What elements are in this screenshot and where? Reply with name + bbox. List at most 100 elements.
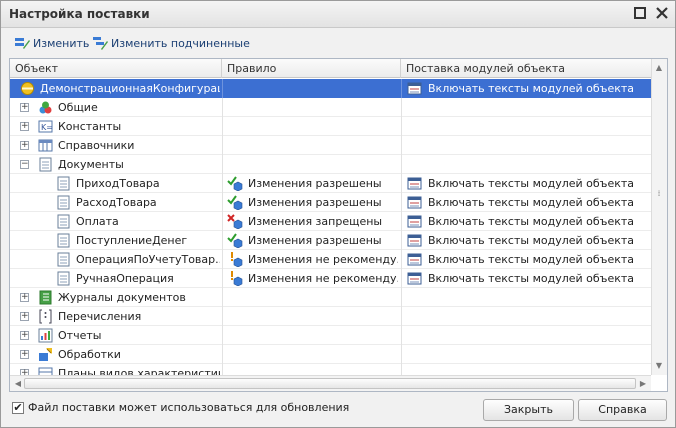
table-row[interactable]: РучнаяОперация Изменения не рекоменду... В…: [10, 269, 651, 288]
expand-icon[interactable]: +: [20, 122, 29, 131]
table-row[interactable]: + Общие: [10, 98, 651, 117]
rule-value[interactable]: [248, 307, 398, 326]
object-name: Справочники: [58, 139, 135, 152]
delivery-value[interactable]: Включать тексты модулей объекта: [428, 231, 648, 250]
column-divider: [222, 364, 223, 375]
update-checkbox[interactable]: ✔: [12, 402, 24, 414]
delivery-value[interactable]: Включать тексты модулей объекта: [428, 193, 648, 212]
scroll-down-icon[interactable]: ▼: [652, 361, 666, 370]
table-row[interactable]: + Отчеты: [10, 326, 651, 345]
delivery-value[interactable]: [428, 326, 648, 345]
rule-value[interactable]: [248, 117, 398, 136]
expand-icon[interactable]: +: [20, 331, 29, 340]
rule-value[interactable]: Изменения не рекоменду...: [248, 269, 398, 288]
rule-value[interactable]: [248, 136, 398, 155]
delivery-tree-table[interactable]: Объект Правило Поставка модулей объекта …: [9, 58, 668, 392]
close-button[interactable]: Закрыть: [483, 399, 574, 421]
column-divider: [222, 250, 223, 269]
object-name: Константы: [58, 120, 122, 133]
delivery-value[interactable]: [428, 117, 648, 136]
doc-icon: [56, 214, 71, 229]
column-header-rule[interactable]: Правило: [222, 59, 401, 78]
delivery-value[interactable]: [428, 288, 648, 307]
table-row[interactable]: + Журналы документов: [10, 288, 651, 307]
rule-value[interactable]: Изменения разрешены: [248, 174, 398, 193]
rule-value[interactable]: [248, 98, 398, 117]
maximize-button[interactable]: [632, 6, 648, 22]
rule-value[interactable]: Изменения разрешены: [248, 231, 398, 250]
edit-icon: [14, 36, 30, 50]
rule-value[interactable]: [248, 79, 398, 98]
rule-value[interactable]: Изменения запрещены: [248, 212, 398, 231]
table-row[interactable]: ПоступлениеДенег Изменения разрешены Включ…: [10, 231, 651, 250]
rule-value[interactable]: [248, 155, 398, 174]
delivery-value[interactable]: Включать тексты модулей объекта: [428, 269, 648, 288]
object-name: ДемонстрационнаяКонфигурац...: [40, 82, 220, 95]
horizontal-scroll-thumb[interactable]: [24, 378, 636, 389]
column-header-object[interactable]: Объект: [10, 59, 222, 78]
edit-label: Изменить: [33, 36, 90, 50]
edit-children-button[interactable]: Изменить подчиненные: [92, 35, 250, 51]
column-divider: [222, 307, 223, 326]
delivery-value[interactable]: [428, 345, 648, 364]
rule-value[interactable]: [248, 364, 398, 375]
delivery-value[interactable]: [428, 155, 648, 174]
table-row[interactable]: − Документы: [10, 155, 651, 174]
expand-icon[interactable]: +: [20, 312, 29, 321]
column-divider: [401, 250, 402, 269]
horizontal-scrollbar[interactable]: ◀ ▶: [10, 375, 651, 391]
footer: ✔ Файл поставки может использоваться для…: [1, 394, 675, 428]
scroll-right-icon[interactable]: ▶: [636, 379, 650, 388]
maximize-icon: [634, 7, 646, 19]
table-row[interactable]: + Справочники: [10, 136, 651, 155]
rule-value[interactable]: [248, 326, 398, 345]
collapse-icon[interactable]: −: [20, 160, 29, 169]
delivery-value[interactable]: Включать тексты модулей объекта: [428, 250, 648, 269]
delivery-value[interactable]: [428, 98, 648, 117]
vertical-scrollbar[interactable]: ▲ ⁞ ▼: [651, 59, 667, 375]
delivery-settings-window: Настройка поставки Изменить Изменить под…: [0, 0, 676, 428]
delivery-value[interactable]: [428, 136, 648, 155]
dataproc-icon: [38, 347, 53, 362]
documents-icon: [38, 157, 53, 172]
expand-icon[interactable]: +: [20, 141, 29, 150]
delivery-value[interactable]: [428, 307, 648, 326]
catalogs-icon: [38, 138, 53, 153]
table-row[interactable]: + Обработки: [10, 345, 651, 364]
rule-value[interactable]: Изменения не рекоменду...: [248, 250, 398, 269]
toolbar: Изменить Изменить подчиненные: [1, 29, 675, 57]
module-text-icon: [407, 233, 422, 248]
object-name: Журналы документов: [58, 291, 186, 304]
expand-icon[interactable]: +: [20, 293, 29, 302]
rule-value[interactable]: [248, 288, 398, 307]
expand-icon[interactable]: +: [20, 103, 29, 112]
expand-icon[interactable]: +: [20, 350, 29, 359]
scroll-up-icon[interactable]: ▲: [652, 63, 666, 72]
close-window-button[interactable]: [654, 6, 670, 22]
column-divider: [222, 117, 223, 136]
rule-value[interactable]: Изменения разрешены: [248, 193, 398, 212]
help-button[interactable]: Справка: [578, 399, 667, 421]
scroll-left-icon[interactable]: ◀: [11, 379, 25, 388]
rule-value[interactable]: [248, 345, 398, 364]
module-text-icon: [407, 252, 422, 267]
table-row[interactable]: Оплата Изменения запрещены Включать тексты…: [10, 212, 651, 231]
update-checkbox-label: Файл поставки может использоваться для о…: [28, 401, 350, 414]
module-text-icon: [407, 271, 422, 286]
table-row[interactable]: РасходТовара Изменения разрешены Включать …: [10, 193, 651, 212]
edit-button[interactable]: Изменить: [14, 35, 89, 51]
table-row[interactable]: + Планы видов характеристик: [10, 364, 651, 375]
table-row[interactable]: + Перечисления: [10, 307, 651, 326]
delivery-value[interactable]: Включать тексты модулей объекта: [428, 212, 648, 231]
table-row[interactable]: + K= Константы: [10, 117, 651, 136]
delivery-value[interactable]: Включать тексты модулей объекта: [428, 174, 648, 193]
column-header-delivery[interactable]: Поставка модулей объекта: [401, 59, 651, 78]
table-row[interactable]: ДемонстрационнаяКонфигурац... Включать те…: [10, 79, 651, 98]
object-name: ПоступлениеДенег: [76, 234, 188, 247]
table-row[interactable]: ПриходТовара Изменения разрешены Включать …: [10, 174, 651, 193]
edit-children-icon: [92, 36, 108, 50]
delivery-value[interactable]: Включать тексты модулей объекта: [428, 79, 648, 98]
column-divider: [401, 155, 402, 174]
delivery-value[interactable]: [428, 364, 648, 375]
table-row[interactable]: ОперацияПоУчетуТовар... Изменения не реко…: [10, 250, 651, 269]
